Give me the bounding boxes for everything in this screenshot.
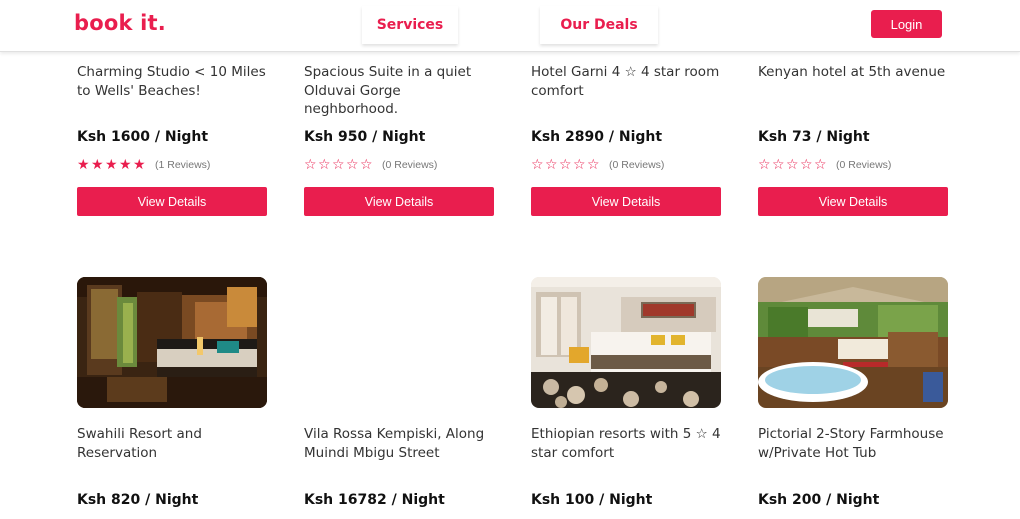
star-empty-icon: ☆: [800, 157, 813, 173]
rating: ☆ ☆ ☆ ☆ ☆ (0 Reviews): [531, 158, 664, 172]
star-rating: ☆ ☆ ☆ ☆ ☆: [304, 158, 374, 172]
brand-logo[interactable]: book it.: [74, 11, 166, 35]
star-empty-icon: ☆: [346, 157, 359, 173]
listing-price: Ksh 73 / Night: [758, 129, 870, 145]
star-empty-icon: ☆: [545, 157, 558, 173]
star-empty-icon: ☆: [304, 157, 317, 173]
star-empty-icon: ☆: [786, 157, 799, 173]
listing-price: Ksh 1600 / Night: [77, 129, 209, 145]
review-count[interactable]: (0 Reviews): [836, 159, 891, 171]
view-details-button[interactable]: View Details: [304, 187, 494, 216]
star-empty-icon: ☆: [360, 157, 373, 173]
listing-title: Vila Rossa Kempiski, Along Muindi Mbigu …: [304, 426, 485, 461]
star-empty-icon: ☆: [573, 157, 586, 173]
listing-title: Hotel Garni 4 ☆ 4 star room comfort: [531, 64, 720, 99]
star-filled-icon: ★: [77, 157, 90, 173]
rating: ★ ★ ★ ★ ★ (1 Reviews): [77, 158, 210, 172]
review-count[interactable]: (0 Reviews): [609, 159, 664, 171]
star-empty-icon: ☆: [332, 157, 345, 173]
nav-services-button[interactable]: Services: [362, 6, 458, 44]
star-filled-icon: ★: [91, 157, 104, 173]
listing-price: Ksh 16782 / Night: [304, 492, 445, 508]
listing-price: Ksh 2890 / Night: [531, 129, 663, 145]
star-filled-icon: ★: [119, 157, 132, 173]
login-button[interactable]: Login: [871, 10, 942, 38]
listing-price: Ksh 100 / Night: [531, 492, 653, 508]
star-empty-icon: ☆: [772, 157, 785, 173]
listing-image-hotel-room[interactable]: [77, 277, 267, 408]
view-details-button[interactable]: View Details: [531, 187, 721, 216]
listing-title: Swahili Resort and Reservation: [77, 426, 202, 461]
listing-title: Charming Studio < 10 Miles to Wells' Bea…: [77, 64, 266, 99]
star-empty-icon: ☆: [531, 157, 544, 173]
review-count[interactable]: (1 Reviews): [155, 159, 210, 171]
safari-tent-photo: [758, 277, 948, 408]
listing-price: Ksh 200 / Night: [758, 492, 880, 508]
listing-image-hotel-room[interactable]: [531, 277, 721, 408]
view-details-button[interactable]: View Details: [758, 187, 948, 216]
listing-image-safari-tent[interactable]: [758, 277, 948, 408]
star-empty-icon: ☆: [318, 157, 331, 173]
star-empty-icon: ☆: [559, 157, 572, 173]
top-header: book it. Services Our Deals Login: [0, 0, 1020, 52]
star-filled-icon: ★: [105, 157, 118, 173]
hotel-room-photo: [531, 277, 721, 408]
star-filled-icon: ★: [133, 157, 146, 173]
star-empty-icon: ☆: [814, 157, 827, 173]
listing-image-placeholder[interactable]: [304, 277, 494, 408]
listing-title: Spacious Suite in a quiet Olduvai Gorge …: [304, 64, 472, 117]
star-rating: ☆ ☆ ☆ ☆ ☆: [531, 158, 601, 172]
rating: ☆ ☆ ☆ ☆ ☆ (0 Reviews): [758, 158, 891, 172]
star-empty-icon: ☆: [758, 157, 771, 173]
listing-title: Pictorial 2-Story Farmhouse w/Private Ho…: [758, 426, 944, 461]
star-rating: ☆ ☆ ☆ ☆ ☆: [758, 158, 828, 172]
listing-title: Kenyan hotel at 5th avenue: [758, 64, 946, 80]
hotel-room-photo: [77, 277, 267, 408]
view-details-button[interactable]: View Details: [77, 187, 267, 216]
star-rating: ★ ★ ★ ★ ★: [77, 158, 147, 172]
star-empty-icon: ☆: [587, 157, 600, 173]
nav-deals-button[interactable]: Our Deals: [540, 6, 658, 44]
review-count[interactable]: (0 Reviews): [382, 159, 437, 171]
listing-price: Ksh 820 / Night: [77, 492, 199, 508]
listing-title: Ethiopian resorts with 5 ☆ 4 star comfor…: [531, 426, 721, 461]
listing-price: Ksh 950 / Night: [304, 129, 426, 145]
rating: ☆ ☆ ☆ ☆ ☆ (0 Reviews): [304, 158, 437, 172]
